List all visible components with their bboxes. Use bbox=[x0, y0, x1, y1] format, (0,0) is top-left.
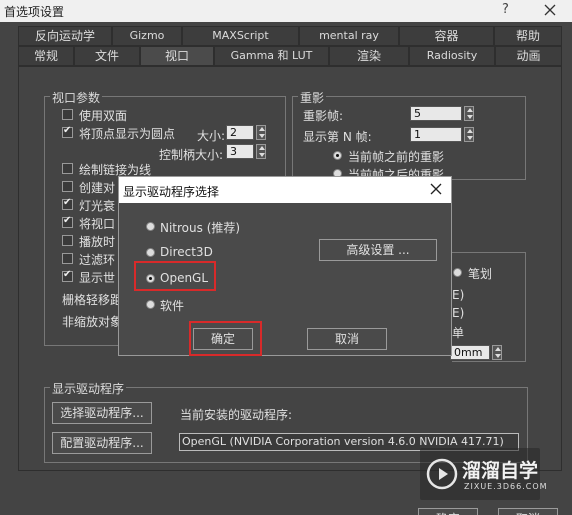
distance-input[interactable]: 0mm bbox=[450, 345, 490, 360]
tab-general[interactable]: 常规 bbox=[18, 46, 74, 66]
configure-driver-button[interactable]: 配置驱动程序... bbox=[52, 432, 152, 454]
handle-size-spinner[interactable] bbox=[256, 144, 266, 159]
handle-size-input[interactable]: 3 bbox=[226, 144, 254, 159]
tab-radiosity[interactable]: Radiosity bbox=[409, 46, 495, 66]
vertex-dots-label: 将顶点显示为圆点 bbox=[79, 127, 176, 141]
ghost-before-radio[interactable] bbox=[333, 151, 342, 160]
display-driver-label: 显示驱动程序 bbox=[50, 380, 127, 397]
tab-ik[interactable]: 反向运动学 bbox=[18, 26, 112, 46]
software-label: 软件 bbox=[160, 299, 185, 313]
ghost-frames-label: 重影帧: bbox=[303, 109, 344, 123]
advanced-settings-button[interactable]: 高级设置 ... bbox=[319, 239, 437, 261]
vertex-dots-checkbox[interactable] bbox=[62, 125, 73, 138]
tab-viewports[interactable]: 视口 bbox=[140, 46, 214, 66]
ok-button[interactable]: 确定 bbox=[418, 508, 478, 515]
playback-label: 播放时 bbox=[79, 235, 116, 249]
nth-frame-label: 显示第 N 帧: bbox=[303, 130, 372, 144]
tab-help[interactable]: 帮助 bbox=[494, 26, 562, 46]
ghost-frames-spinner[interactable] bbox=[464, 106, 474, 121]
grid-nudge-label: 栅格轻移距 bbox=[62, 293, 123, 307]
tab-mental-ray[interactable]: mental ray bbox=[299, 26, 399, 46]
window-title: 首选项设置 bbox=[4, 5, 65, 19]
watermark-logo-icon bbox=[426, 458, 458, 490]
show-world-label: 显示世 bbox=[79, 271, 116, 285]
choose-driver-button[interactable]: 选择驱动程序... bbox=[52, 402, 152, 424]
links-as-lines-checkbox[interactable] bbox=[62, 163, 73, 174]
fragment-a: E) bbox=[452, 288, 465, 302]
nth-frame-input[interactable]: 1 bbox=[410, 127, 462, 142]
driver-selection-dialog: 显示驱动程序选择 Nitrous (推荐) Direct3D OpenGL 软件… bbox=[118, 176, 452, 356]
ok-highlight bbox=[189, 321, 262, 356]
tab-maxscript[interactable]: MAXScript bbox=[182, 26, 299, 46]
fragment-b: E) bbox=[452, 306, 465, 320]
watermark: 溜溜自学 ZIXUE.3D66.COM bbox=[420, 448, 547, 500]
current-driver-label: 当前安装的驱动程序: bbox=[180, 408, 293, 422]
ghost-frames-input[interactable]: 5 bbox=[410, 106, 462, 121]
nth-frame-spinner[interactable] bbox=[464, 127, 474, 142]
dot-size-input[interactable]: 2 bbox=[226, 125, 254, 140]
dialog-cancel-button[interactable]: 取消 bbox=[307, 328, 387, 350]
light-attenuation-label: 灯光衰 bbox=[79, 199, 116, 213]
show-world-checkbox[interactable] bbox=[62, 269, 73, 282]
dialog-close-icon[interactable] bbox=[427, 180, 445, 198]
cancel-button[interactable]: 取消 bbox=[498, 508, 558, 515]
brush-radio[interactable] bbox=[453, 268, 462, 277]
dot-size-spinner[interactable] bbox=[256, 125, 266, 140]
watermark-url: ZIXUE.3D66.COM bbox=[464, 482, 548, 491]
viewport-option-label: 将视口 bbox=[79, 217, 116, 231]
title-bar: 首选项设置 ? bbox=[0, 0, 572, 22]
playback-checkbox[interactable] bbox=[62, 235, 73, 246]
viewport-option-checkbox[interactable] bbox=[62, 215, 73, 228]
dialog-title: 显示驱动程序选择 bbox=[123, 185, 220, 199]
viewport-params-label: 视口参数 bbox=[50, 89, 103, 106]
tab-gamma-lut[interactable]: Gamma 和 LUT bbox=[214, 46, 329, 66]
nitrous-label: Nitrous (推荐) bbox=[160, 221, 241, 235]
handle-size-label: 控制柄大小: bbox=[159, 148, 224, 162]
watermark-brand: 溜溜自学 bbox=[462, 460, 539, 482]
tab-files[interactable]: 文件 bbox=[74, 46, 140, 66]
tab-animation[interactable]: 动画 bbox=[495, 46, 562, 66]
filter-env-label: 过滤环 bbox=[79, 253, 116, 267]
create-objects-checkbox[interactable] bbox=[62, 181, 73, 192]
dot-size-label: 大小: bbox=[197, 129, 226, 143]
software-radio[interactable] bbox=[146, 300, 155, 309]
filter-env-checkbox[interactable] bbox=[62, 253, 73, 264]
tab-rendering[interactable]: 渲染 bbox=[329, 46, 409, 66]
tab-gizmo[interactable]: Gizmo bbox=[112, 26, 182, 46]
ghosting-label: 重影 bbox=[298, 89, 327, 106]
double-sided-label: 使用双面 bbox=[79, 109, 128, 123]
direct3d-label: Direct3D bbox=[160, 245, 213, 259]
ghost-before-label: 当前帧之前的重影 bbox=[348, 150, 445, 164]
close-icon[interactable] bbox=[540, 0, 560, 20]
direct3d-radio[interactable] bbox=[146, 248, 155, 257]
nitrous-radio[interactable] bbox=[146, 222, 155, 231]
brush-label: 笔划 bbox=[468, 267, 493, 281]
non-scaling-label: 非缩放对象 bbox=[62, 315, 123, 329]
opengl-highlight bbox=[134, 261, 216, 291]
light-attenuation-checkbox[interactable] bbox=[62, 197, 73, 210]
distance-spinner[interactable] bbox=[492, 345, 502, 360]
fragment-c: 单 bbox=[452, 326, 465, 340]
create-objects-label: 创建对 bbox=[79, 181, 116, 195]
help-icon[interactable]: ? bbox=[502, 2, 509, 17]
dialog-title-bar: 显示驱动程序选择 bbox=[119, 177, 451, 203]
tab-containers[interactable]: 容器 bbox=[399, 26, 494, 46]
double-sided-checkbox[interactable] bbox=[62, 109, 73, 120]
